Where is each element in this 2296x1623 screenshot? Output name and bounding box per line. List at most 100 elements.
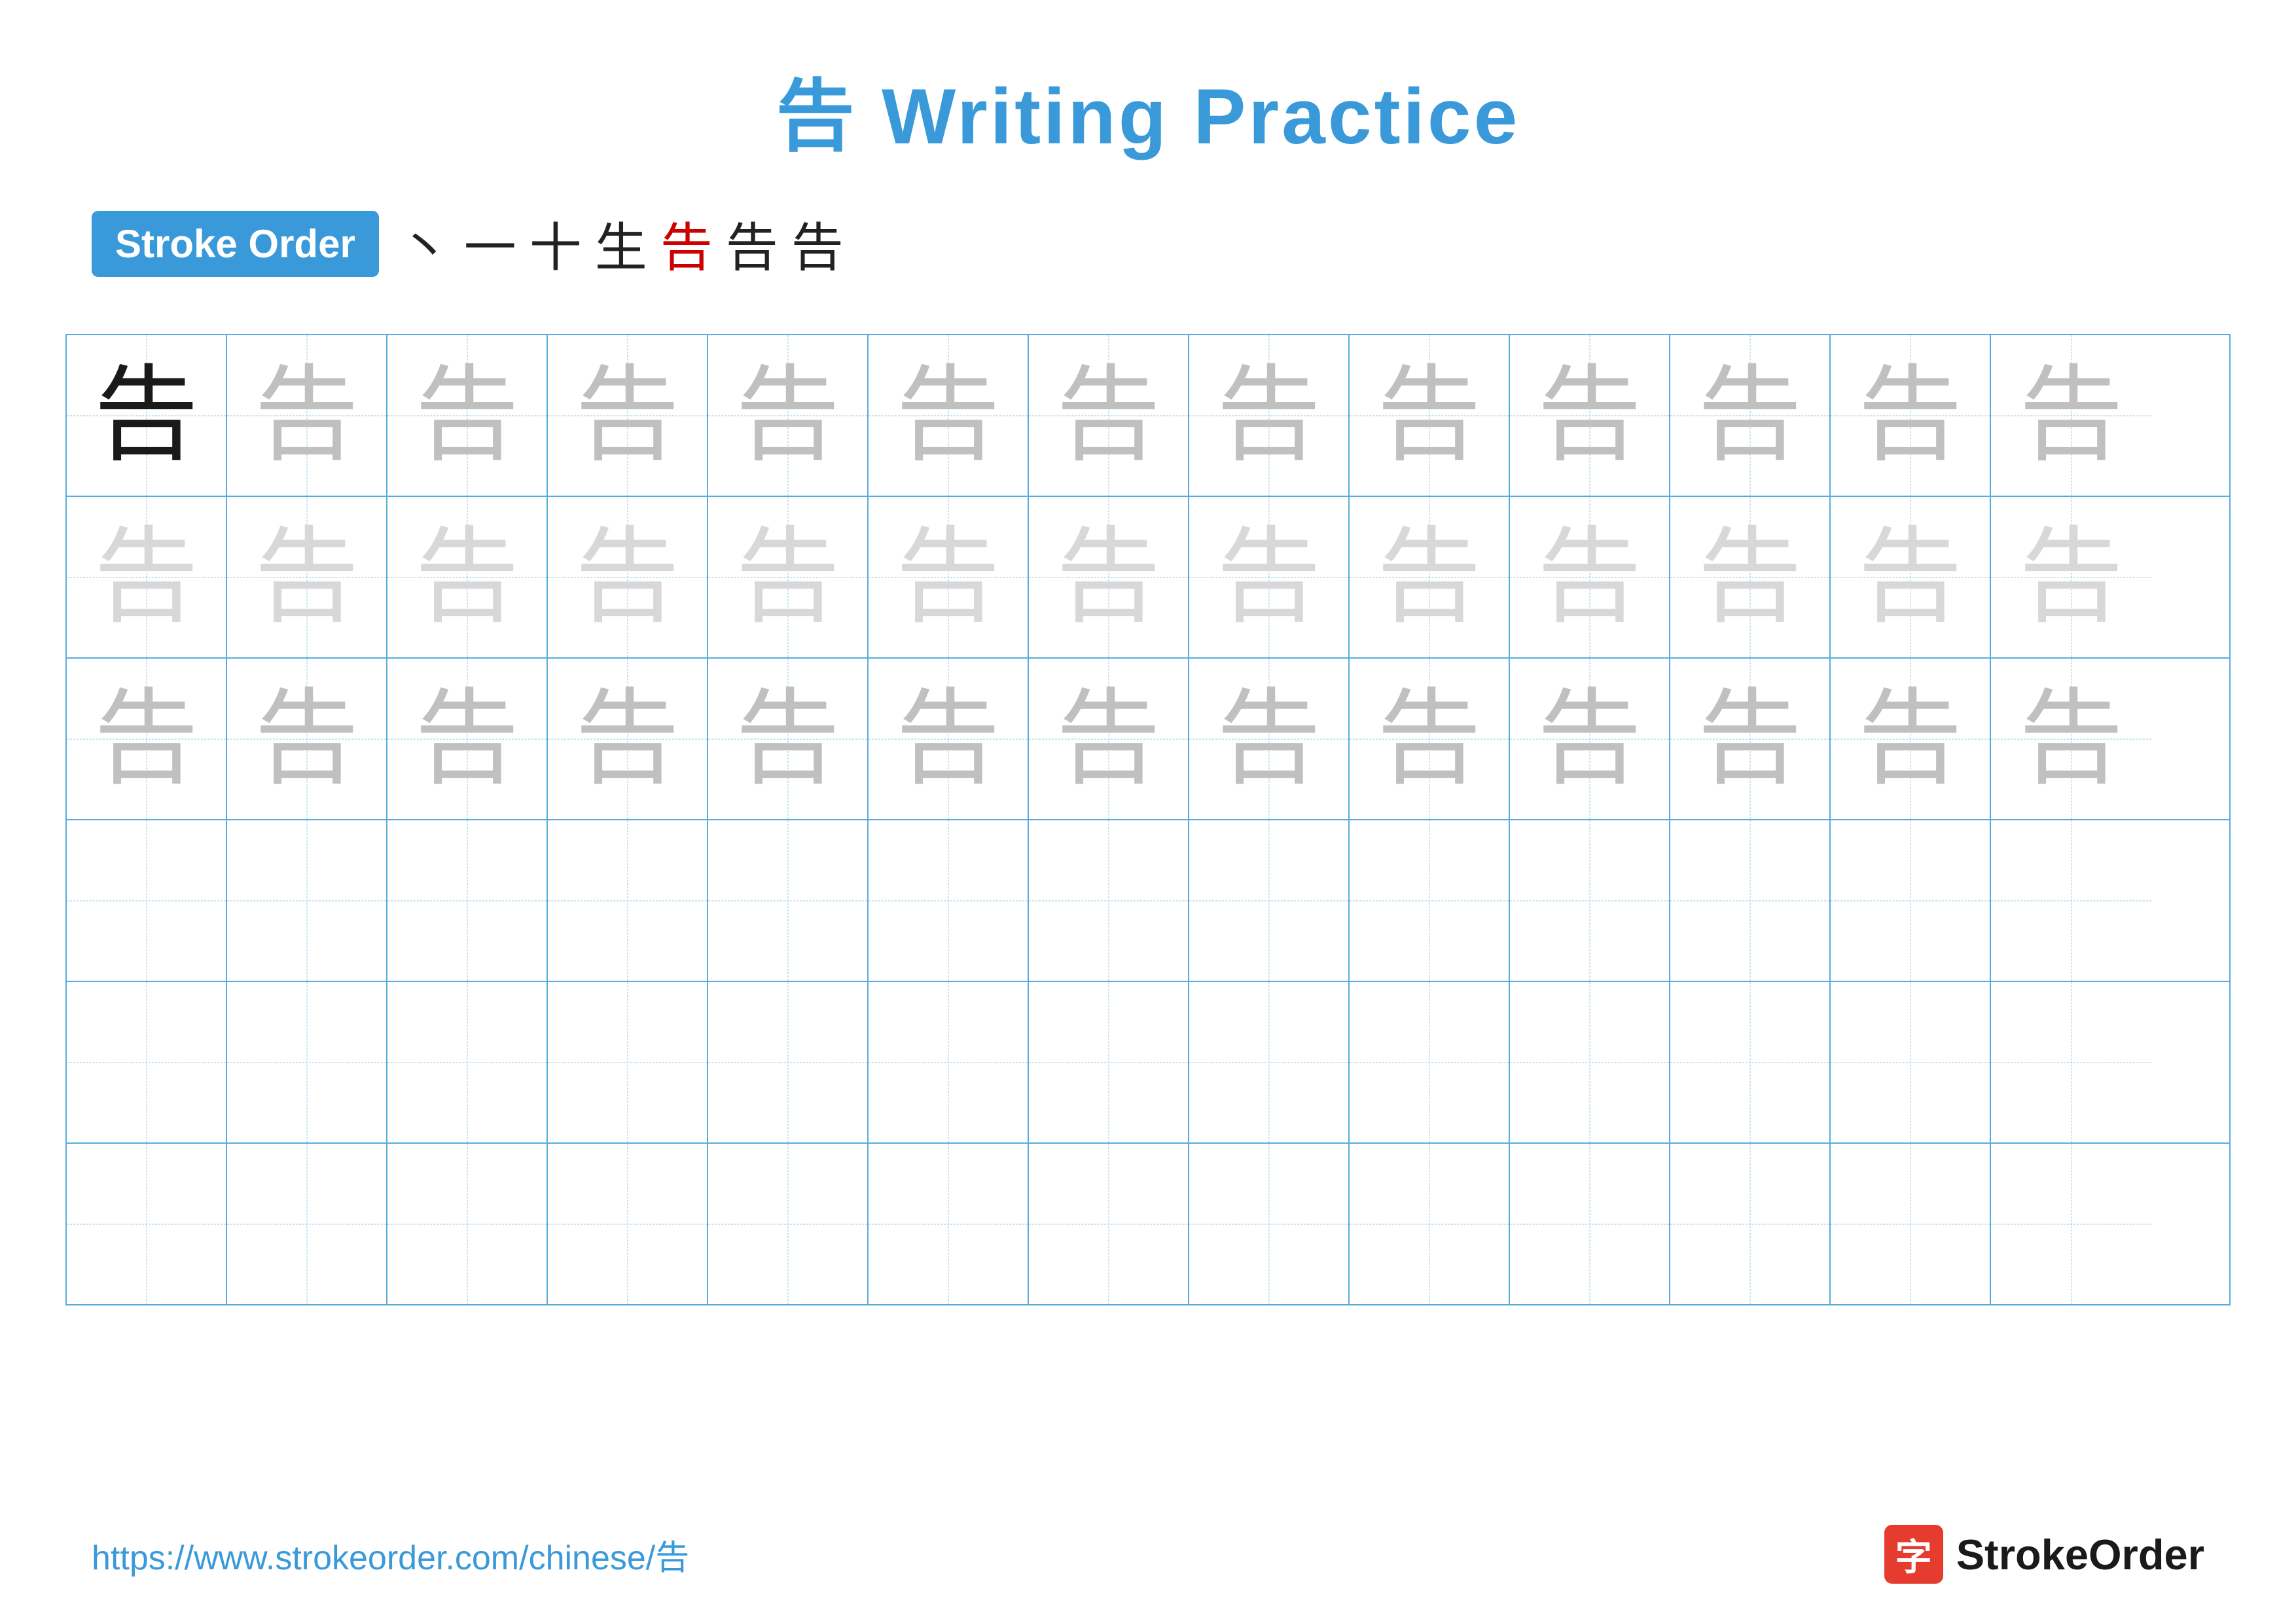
grid-cell[interactable]: 告 [548, 335, 708, 496]
grid-cell[interactable] [227, 982, 387, 1142]
grid-cell[interactable]: 告 [1670, 659, 1831, 819]
grid-cell[interactable]: 告 [1831, 497, 1991, 657]
grid-cell[interactable] [1510, 1144, 1670, 1304]
stroke-5: 告 [660, 206, 713, 282]
grid-cell[interactable] [1991, 982, 2151, 1142]
grid-cell[interactable]: 告 [548, 659, 708, 819]
stroke-order-badge[interactable]: Stroke Order [92, 211, 379, 277]
grid-cell[interactable]: 告 [1831, 659, 1991, 819]
grid-cell[interactable]: 告 [1029, 497, 1189, 657]
grid-cell[interactable]: 告 [67, 335, 227, 496]
grid-cell[interactable]: 告 [869, 335, 1029, 496]
grid-cell[interactable] [1670, 820, 1831, 981]
grid-cell[interactable]: 告 [1189, 497, 1350, 657]
grid-cell[interactable]: 告 [1991, 335, 2151, 496]
grid-cell[interactable]: 告 [387, 335, 548, 496]
stroke-3: 十 [529, 206, 582, 282]
grid-row-3: 告 告 告 告 告 告 告 告 告 告 告 告 告 [67, 659, 2229, 820]
grid-cell[interactable] [1029, 820, 1189, 981]
grid-cell[interactable]: 告 [1510, 497, 1670, 657]
footer-logo: 字 StrokeOrder [1884, 1525, 2204, 1584]
grid-cell[interactable]: 告 [708, 335, 869, 496]
practice-grid: 告 告 告 告 告 告 告 告 告 告 告 告 告 告 告 告 告 告 告 告 … [65, 334, 2231, 1305]
grid-cell[interactable] [1350, 982, 1510, 1142]
grid-cell[interactable] [1189, 1144, 1350, 1304]
grid-cell[interactable]: 告 [1029, 659, 1189, 819]
logo-char: 字 [1895, 1528, 1932, 1581]
grid-cell[interactable] [387, 820, 548, 981]
grid-cell[interactable] [1831, 1144, 1991, 1304]
grid-cell[interactable]: 告 [1991, 497, 2151, 657]
grid-cell[interactable] [67, 1144, 227, 1304]
grid-cell[interactable]: 告 [1991, 659, 2151, 819]
grid-cell[interactable]: 告 [1350, 497, 1510, 657]
grid-cell[interactable]: 告 [1831, 335, 1991, 496]
grid-cell[interactable] [708, 1144, 869, 1304]
title-char: 告 [776, 73, 857, 160]
grid-cell[interactable]: 告 [227, 659, 387, 819]
grid-cell[interactable]: 告 [869, 659, 1029, 819]
grid-cell[interactable]: 告 [708, 497, 869, 657]
grid-row-1: 告 告 告 告 告 告 告 告 告 告 告 告 告 [67, 335, 2229, 497]
grid-cell[interactable] [708, 820, 869, 981]
title-text: Writing Practice [857, 73, 1520, 160]
grid-cell[interactable]: 告 [67, 659, 227, 819]
grid-cell[interactable]: 告 [387, 497, 548, 657]
grid-cell[interactable] [1991, 820, 2151, 981]
grid-cell[interactable] [1831, 820, 1991, 981]
grid-cell[interactable] [548, 820, 708, 981]
grid-row-5 [67, 982, 2229, 1144]
grid-cell[interactable]: 告 [67, 497, 227, 657]
stroke-6: 告 [726, 206, 778, 282]
grid-cell[interactable] [869, 1144, 1029, 1304]
grid-cell[interactable]: 告 [387, 659, 548, 819]
logo-icon: 字 [1884, 1525, 1943, 1584]
stroke-4: 生 [595, 206, 647, 282]
grid-cell[interactable]: 告 [1350, 659, 1510, 819]
grid-cell[interactable] [1350, 820, 1510, 981]
grid-cell[interactable] [548, 1144, 708, 1304]
grid-cell[interactable]: 告 [869, 497, 1029, 657]
grid-cell[interactable] [387, 1144, 548, 1304]
footer: https://www.strokeorder.com/chinese/告 字 … [0, 1525, 2296, 1584]
grid-cell[interactable] [67, 982, 227, 1142]
grid-cell[interactable] [67, 820, 227, 981]
grid-cell[interactable] [1189, 820, 1350, 981]
grid-cell[interactable] [1029, 1144, 1189, 1304]
grid-cell[interactable]: 告 [1029, 335, 1189, 496]
grid-cell[interactable] [227, 820, 387, 981]
grid-row-2: 告 告 告 告 告 告 告 告 告 告 告 告 告 [67, 497, 2229, 659]
grid-cell[interactable] [708, 982, 869, 1142]
grid-cell[interactable] [1991, 1144, 2151, 1304]
grid-cell[interactable]: 告 [227, 497, 387, 657]
grid-cell[interactable] [227, 1144, 387, 1304]
grid-cell[interactable]: 告 [708, 659, 869, 819]
grid-cell[interactable] [1670, 982, 1831, 1142]
grid-cell[interactable] [1831, 982, 1991, 1142]
grid-cell[interactable]: 告 [1510, 659, 1670, 819]
grid-cell[interactable]: 告 [1670, 497, 1831, 657]
grid-cell[interactable] [1189, 982, 1350, 1142]
grid-cell[interactable]: 告 [548, 497, 708, 657]
grid-cell[interactable] [1029, 982, 1189, 1142]
grid-cell[interactable]: 告 [1510, 335, 1670, 496]
grid-cell[interactable] [1350, 1144, 1510, 1304]
grid-cell[interactable] [1510, 820, 1670, 981]
grid-cell[interactable] [869, 820, 1029, 981]
logo-text: StrokeOrder [1956, 1530, 2204, 1579]
grid-cell[interactable] [869, 982, 1029, 1142]
grid-cell[interactable] [387, 982, 548, 1142]
grid-cell[interactable] [548, 982, 708, 1142]
grid-cell[interactable]: 告 [1189, 659, 1350, 819]
grid-cell[interactable]: 告 [1350, 335, 1510, 496]
grid-cell[interactable]: 告 [1189, 335, 1350, 496]
stroke-7: 告 [791, 206, 844, 282]
grid-row-4 [67, 820, 2229, 982]
grid-cell[interactable]: 告 [227, 335, 387, 496]
grid-cell[interactable] [1670, 1144, 1831, 1304]
stroke-sequence: 丶 一 十 生 告 告 告 [399, 206, 844, 282]
grid-cell[interactable]: 告 [1670, 335, 1831, 496]
footer-url[interactable]: https://www.strokeorder.com/chinese/告 [92, 1530, 689, 1579]
grid-row-6 [67, 1144, 2229, 1304]
grid-cell[interactable] [1510, 982, 1670, 1142]
